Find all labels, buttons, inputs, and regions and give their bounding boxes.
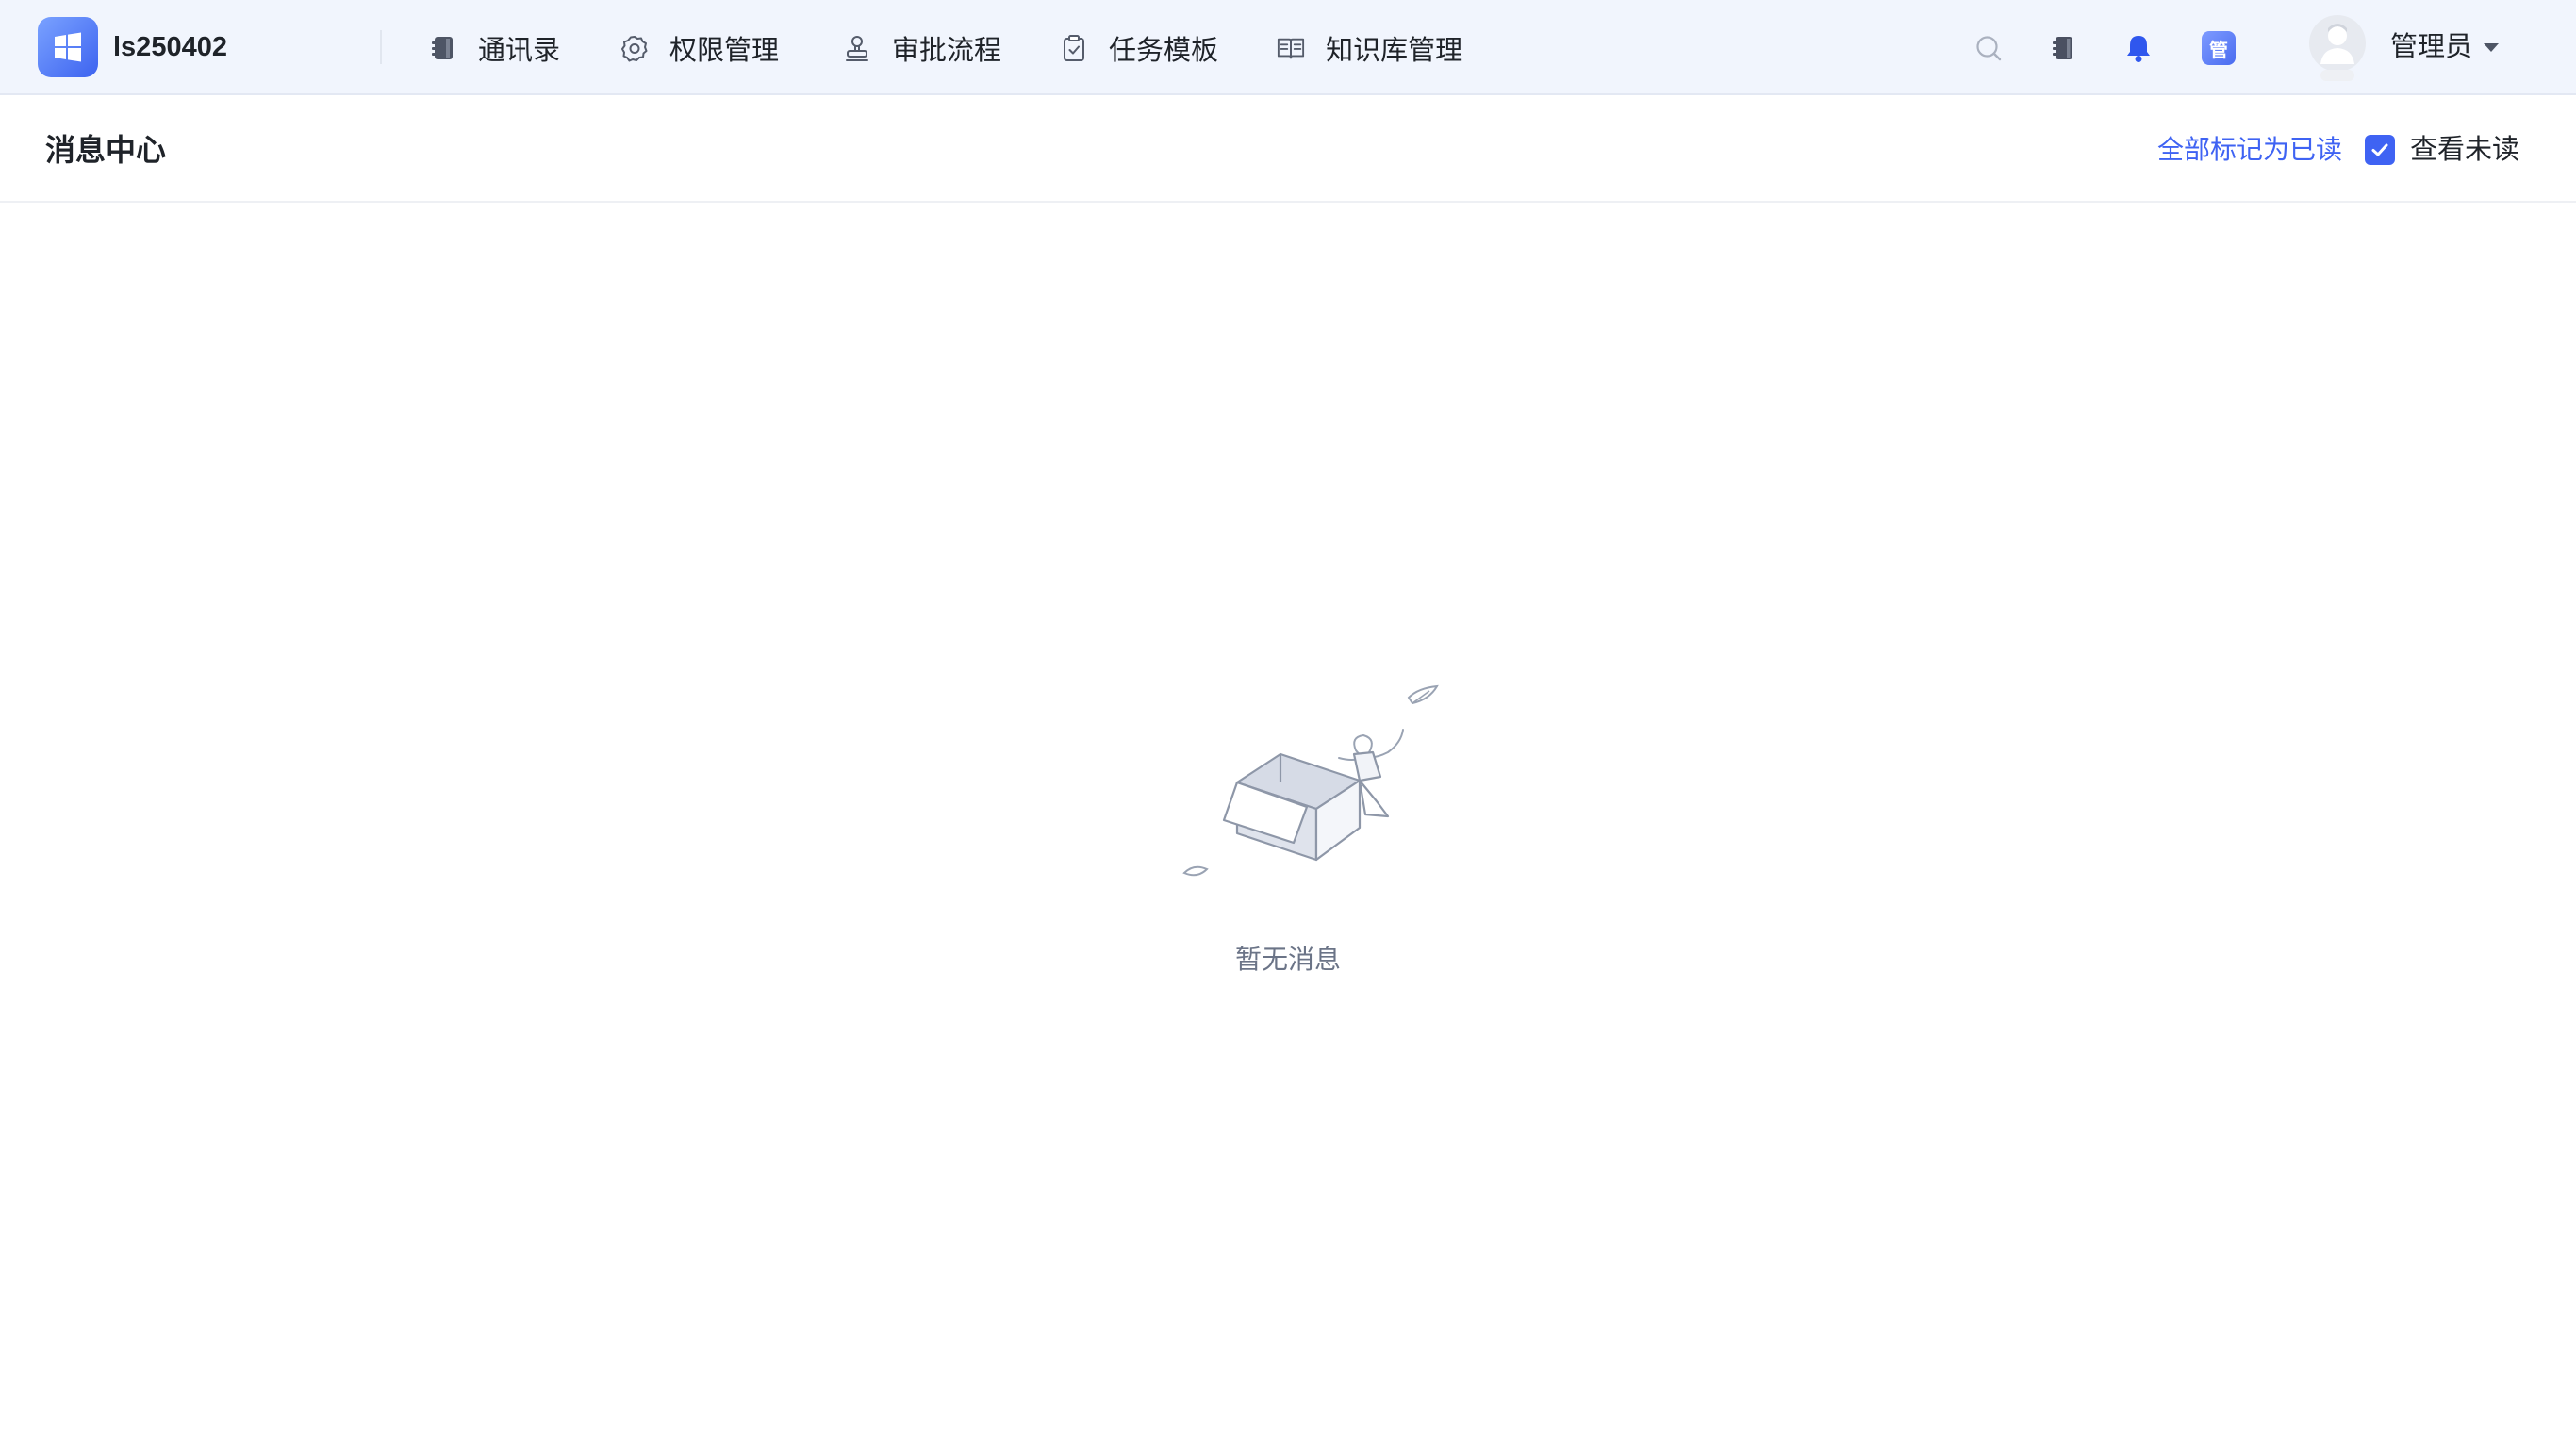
chevron-down-icon[interactable]	[2480, 38, 2502, 57]
top-divider	[380, 30, 382, 64]
user-avatar-icon	[2309, 15, 2366, 81]
nav-label: 通讯录	[478, 36, 561, 66]
nav-item-approval[interactable]: 审批流程	[843, 24, 1001, 73]
mark-all-read-link[interactable]: 全部标记为已读	[2157, 129, 2342, 171]
checkmark-icon	[2371, 143, 2388, 156]
page-title: 消息中心	[45, 133, 167, 167]
nav-label: 审批流程	[892, 36, 1002, 66]
avatar[interactable]	[2307, 13, 2368, 81]
nav-item-contacts[interactable]: 通讯录	[429, 24, 560, 73]
unread-filter-label[interactable]: 查看未读	[2410, 129, 2519, 171]
contacts-book-icon	[429, 34, 457, 62]
empty-state-text: 暂无消息	[1234, 945, 1341, 974]
open-book-icon	[1277, 34, 1305, 62]
clipboard-check-icon	[1060, 34, 1088, 62]
empty-box-illustration	[1182, 684, 1439, 877]
gear-icon	[620, 34, 649, 62]
bell-icon	[2127, 36, 2150, 62]
nav-label: 知识库管理	[1326, 36, 1463, 66]
windows-logo-icon	[55, 32, 81, 62]
org-name[interactable]: ls250402	[113, 26, 227, 68]
nav-item-permissions[interactable]: 权限管理	[620, 24, 779, 73]
page-header: 消息中心 全部标记为已读 查看未读	[0, 97, 2576, 203]
nav-label: 任务模板	[1109, 36, 1219, 66]
nav-item-task-templates[interactable]: 任务模板	[1060, 24, 1218, 73]
nav-item-knowledge-base[interactable]: 知识库管理	[1277, 24, 1462, 73]
admin-badge: 管	[2202, 31, 2236, 65]
admin-badge-button[interactable]: 管	[2197, 26, 2240, 70]
unread-filter-checkbox[interactable]	[2365, 135, 2395, 165]
search-button[interactable]	[1967, 26, 2010, 70]
stamp-icon	[843, 34, 871, 62]
contacts-button[interactable]	[2041, 26, 2085, 70]
nav-label: 权限管理	[669, 36, 780, 66]
main-nav: 通讯录 权限管理 审批流程 任务模板 知识库管理	[429, 24, 1523, 73]
notifications-button[interactable]	[2117, 26, 2160, 70]
app-logo[interactable]	[38, 17, 98, 77]
user-name[interactable]: 管理员	[2390, 26, 2472, 68]
contacts-book-icon	[2053, 37, 2072, 59]
top-bar: ls250402 通讯录 权限管理 审批流程 任务模板 知识库管理 管 管理员	[0, 0, 2576, 95]
search-icon	[1976, 36, 2002, 61]
